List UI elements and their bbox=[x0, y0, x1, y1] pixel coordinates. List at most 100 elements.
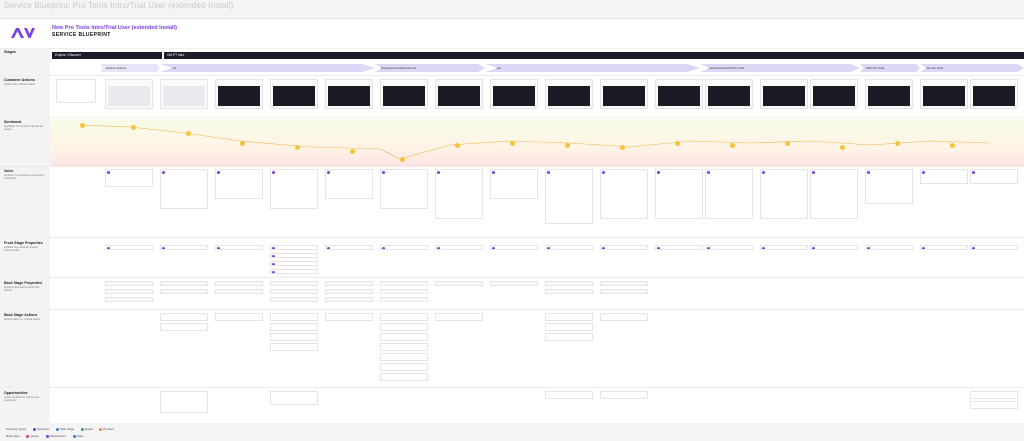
back-stage-property[interactable] bbox=[160, 289, 208, 294]
front-stage-property[interactable] bbox=[215, 245, 263, 250]
customer-action-card[interactable] bbox=[705, 79, 753, 109]
stage-explore-options[interactable]: Explore Options bbox=[100, 64, 160, 72]
voice-quote-card[interactable] bbox=[760, 169, 808, 219]
back-stage-property[interactable] bbox=[105, 297, 153, 302]
customer-action-card[interactable] bbox=[865, 79, 913, 109]
customer-action-card[interactable] bbox=[970, 79, 1018, 109]
voice-quote-card[interactable] bbox=[105, 169, 153, 187]
stage-download-install-avid-link[interactable]: Download & Install Avid Link bbox=[375, 64, 485, 72]
back-stage-action[interactable] bbox=[600, 313, 648, 321]
back-stage-action[interactable] bbox=[380, 313, 428, 321]
customer-action-card[interactable] bbox=[56, 79, 96, 103]
back-stage-property[interactable] bbox=[545, 289, 593, 294]
voice-quote-card[interactable] bbox=[705, 169, 753, 219]
back-stage-action[interactable] bbox=[545, 333, 593, 341]
front-stage-property[interactable] bbox=[655, 245, 703, 250]
back-stage-action[interactable] bbox=[215, 313, 263, 321]
voice-quote-card[interactable] bbox=[655, 169, 703, 219]
voice-quote-card[interactable] bbox=[810, 169, 858, 219]
front-stage-property[interactable] bbox=[380, 245, 428, 250]
back-stage-property[interactable] bbox=[380, 297, 428, 302]
back-stage-action[interactable] bbox=[380, 343, 428, 351]
voice-quote-card[interactable] bbox=[380, 169, 428, 209]
back-stage-action[interactable] bbox=[380, 333, 428, 341]
back-stage-action[interactable] bbox=[160, 313, 208, 321]
customer-action-card[interactable] bbox=[600, 79, 648, 109]
front-stage-property[interactable] bbox=[270, 261, 318, 266]
back-stage-property[interactable] bbox=[215, 289, 263, 294]
back-stage-action[interactable] bbox=[270, 333, 318, 341]
back-stage-action[interactable] bbox=[545, 323, 593, 331]
stage-activate[interactable]: Activate bbox=[485, 64, 700, 72]
opportunity-card[interactable] bbox=[160, 391, 208, 413]
back-stage-action[interactable] bbox=[380, 373, 428, 381]
front-stage-property[interactable] bbox=[105, 245, 153, 250]
front-stage-property[interactable] bbox=[760, 245, 808, 250]
front-stage-property[interactable] bbox=[270, 245, 318, 250]
back-stage-action[interactable] bbox=[325, 313, 373, 321]
voice-quote-card[interactable] bbox=[600, 169, 648, 219]
voice-quote-card[interactable] bbox=[545, 169, 593, 224]
voice-quote-card[interactable] bbox=[865, 169, 913, 204]
customer-action-card[interactable] bbox=[325, 79, 373, 109]
back-stage-action[interactable] bbox=[270, 313, 318, 321]
customer-action-card[interactable] bbox=[810, 79, 858, 109]
back-stage-property[interactable] bbox=[600, 289, 648, 294]
front-stage-property[interactable] bbox=[270, 269, 318, 274]
voice-quote-card[interactable] bbox=[920, 169, 968, 184]
opportunity-card[interactable] bbox=[970, 391, 1018, 399]
stage-download-install-pro-tools[interactable]: Download and Install Pro Tools bbox=[700, 64, 860, 72]
back-stage-property[interactable] bbox=[490, 281, 538, 286]
back-stage-action[interactable] bbox=[270, 343, 318, 351]
customer-action-card[interactable] bbox=[760, 79, 808, 109]
back-stage-action[interactable] bbox=[270, 323, 318, 331]
customer-action-card[interactable] bbox=[490, 79, 538, 109]
back-stage-property[interactable] bbox=[105, 281, 153, 286]
front-stage-property[interactable] bbox=[325, 245, 373, 250]
customer-action-card[interactable] bbox=[435, 79, 483, 109]
voice-quote-card[interactable] bbox=[270, 169, 318, 209]
stage-start-pro-tools[interactable]: Start Pro Tools bbox=[860, 64, 920, 72]
front-stage-property[interactable] bbox=[545, 245, 593, 250]
blueprint-board[interactable]: New Pro Tools Intro/Trial User (extended… bbox=[0, 18, 1024, 424]
customer-action-card[interactable] bbox=[655, 79, 703, 109]
back-stage-property[interactable] bbox=[270, 289, 318, 294]
front-stage-property[interactable] bbox=[810, 245, 858, 250]
opportunity-card[interactable] bbox=[600, 391, 648, 399]
back-stage-action[interactable] bbox=[545, 313, 593, 321]
customer-action-card[interactable] bbox=[105, 79, 153, 109]
voice-quote-card[interactable] bbox=[970, 169, 1018, 184]
voice-quote-card[interactable] bbox=[490, 169, 538, 199]
back-stage-action[interactable] bbox=[380, 323, 428, 331]
front-stage-property[interactable] bbox=[970, 245, 1018, 250]
front-stage-property[interactable] bbox=[490, 245, 538, 250]
front-stage-property[interactable] bbox=[705, 245, 753, 250]
customer-action-card[interactable] bbox=[160, 79, 208, 109]
back-stage-action[interactable] bbox=[380, 353, 428, 361]
front-stage-property[interactable] bbox=[920, 245, 968, 250]
front-stage-property[interactable] bbox=[160, 245, 208, 250]
back-stage-property[interactable] bbox=[325, 281, 373, 286]
back-stage-action[interactable] bbox=[435, 313, 483, 321]
opportunity-card[interactable] bbox=[545, 391, 593, 399]
front-stage-property[interactable] bbox=[270, 253, 318, 258]
front-stage-property[interactable] bbox=[865, 245, 913, 250]
voice-quote-card[interactable] bbox=[435, 169, 483, 219]
back-stage-property[interactable] bbox=[270, 297, 318, 302]
back-stage-property[interactable] bbox=[270, 281, 318, 286]
back-stage-property[interactable] bbox=[600, 281, 648, 286]
back-stage-property[interactable] bbox=[215, 281, 263, 286]
back-stage-property[interactable] bbox=[105, 289, 153, 294]
customer-action-card[interactable] bbox=[545, 79, 593, 109]
back-stage-property[interactable] bbox=[380, 289, 428, 294]
back-stage-property[interactable] bbox=[325, 297, 373, 302]
back-stage-property[interactable] bbox=[160, 281, 208, 286]
back-stage-property[interactable] bbox=[325, 289, 373, 294]
back-stage-action[interactable] bbox=[160, 323, 208, 331]
opportunity-card[interactable] bbox=[970, 401, 1018, 409]
opportunity-card[interactable] bbox=[270, 391, 318, 405]
voice-quote-card[interactable] bbox=[325, 169, 373, 199]
customer-action-card[interactable] bbox=[920, 79, 968, 109]
back-stage-property[interactable] bbox=[545, 281, 593, 286]
front-stage-property[interactable] bbox=[435, 245, 483, 250]
